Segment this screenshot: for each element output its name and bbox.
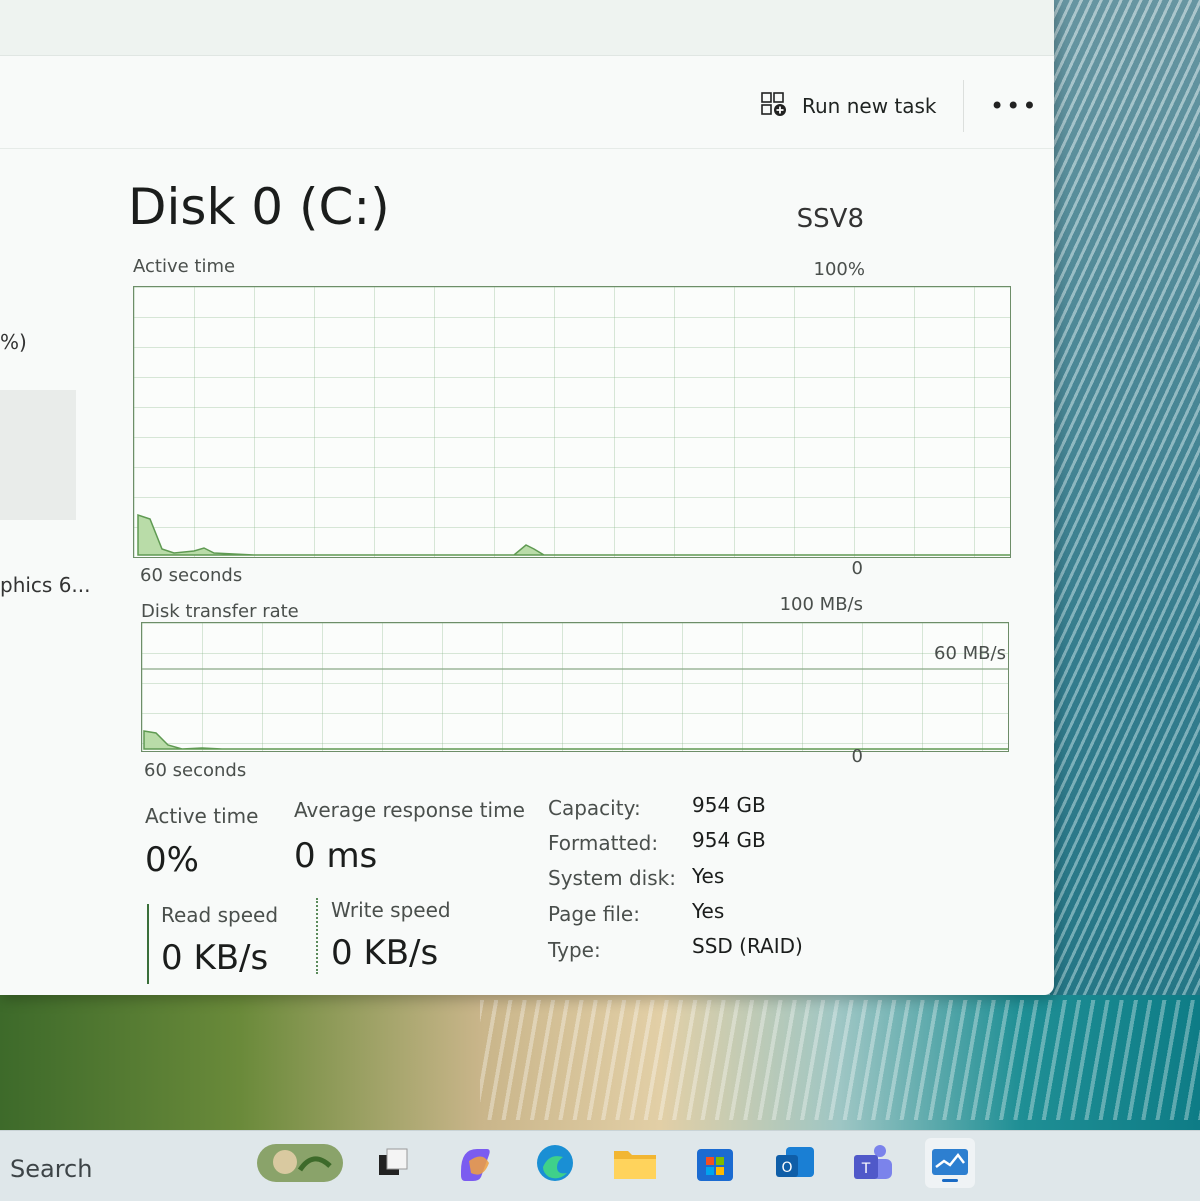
- taskbar-search-box[interactable]: Search: [10, 1155, 92, 1183]
- task-view-icon[interactable]: [368, 1138, 418, 1188]
- type-key: Type:: [548, 938, 601, 962]
- more-options-button[interactable]: •••: [990, 92, 1038, 120]
- disk-model: SSV8: [796, 204, 864, 234]
- active-time-graph-duration: 60 seconds: [140, 565, 243, 586]
- active-time-value: 0%: [145, 840, 199, 880]
- task-manager-window: Run new task ••• %) phics 6... Disk 0 (C…: [0, 0, 1054, 995]
- transfer-graph-max: 100 MB/s: [779, 594, 863, 615]
- teams-icon[interactable]: T: [848, 1138, 898, 1188]
- page-file-value: Yes: [692, 899, 725, 923]
- system-disk-value: Yes: [692, 864, 725, 888]
- taskbar: [0, 1130, 1200, 1201]
- command-separator: [963, 80, 964, 132]
- active-time-graph: [133, 286, 1011, 558]
- transfer-graph-min: 0: [851, 746, 863, 767]
- run-task-icon: [760, 90, 788, 123]
- formatted-key: Formatted:: [548, 831, 659, 855]
- write-speed-label: Write speed: [331, 898, 451, 922]
- copilot-icon[interactable]: [450, 1138, 500, 1188]
- outlook-icon[interactable]: O: [770, 1138, 820, 1188]
- formatted-value: 954 GB: [692, 828, 766, 852]
- svg-text:T: T: [861, 1161, 871, 1177]
- page-file-key: Page file:: [548, 902, 640, 926]
- active-time-graph-max: 100%: [813, 259, 865, 280]
- transfer-rate-graph-plot: [142, 668, 1008, 750]
- desktop-wallpaper-foam: [480, 1000, 1200, 1120]
- nav-item-gpu[interactable]: phics 6...: [0, 573, 91, 597]
- read-speed-value: 0 KB/s: [161, 938, 269, 978]
- file-explorer-icon[interactable]: [610, 1138, 660, 1188]
- run-new-task-label: Run new task: [802, 94, 937, 118]
- write-speed-value: 0 KB/s: [331, 933, 439, 973]
- capacity-value: 954 GB: [692, 793, 766, 817]
- system-disk-key: System disk:: [548, 866, 676, 890]
- run-new-task-button[interactable]: Run new task: [760, 88, 937, 124]
- avg-response-label: Average response time: [294, 798, 525, 822]
- read-speed-label: Read speed: [161, 903, 279, 927]
- active-time-series: [137, 513, 1010, 556]
- transfer-graph-mid: 60 MB/s: [934, 643, 1006, 664]
- nav-item-text[interactable]: %): [0, 330, 27, 354]
- capacity-key: Capacity:: [548, 796, 641, 820]
- avg-response-value: 0 ms: [294, 836, 378, 876]
- read-speed-legend-line: [147, 904, 149, 984]
- type-value: SSD (RAID): [692, 934, 803, 958]
- search-highlight-icon[interactable]: [255, 1138, 345, 1188]
- transfer-graph-duration: 60 seconds: [144, 760, 247, 781]
- desktop-wallpaper-sea: [1050, 0, 1200, 1130]
- transfer-graph-label: Disk transfer rate: [141, 601, 299, 622]
- active-time-graph-min: 0: [851, 558, 863, 579]
- active-time-graph-plot: [137, 513, 1010, 556]
- transfer-rate-graph: [141, 622, 1009, 752]
- page-title: Disk 0 (C:): [128, 178, 390, 236]
- active-time-label: Active time: [145, 804, 259, 828]
- task-manager-icon[interactable]: [925, 1138, 975, 1188]
- title-bar: [0, 0, 1054, 56]
- nav-item-selected[interactable]: [0, 390, 76, 520]
- write-speed-legend-line: [316, 898, 318, 974]
- edge-icon[interactable]: [530, 1138, 580, 1188]
- transfer-rate-series: [143, 730, 1008, 750]
- microsoft-store-icon[interactable]: [690, 1138, 740, 1188]
- active-time-graph-label: Active time: [133, 256, 236, 277]
- svg-text:O: O: [781, 1160, 792, 1176]
